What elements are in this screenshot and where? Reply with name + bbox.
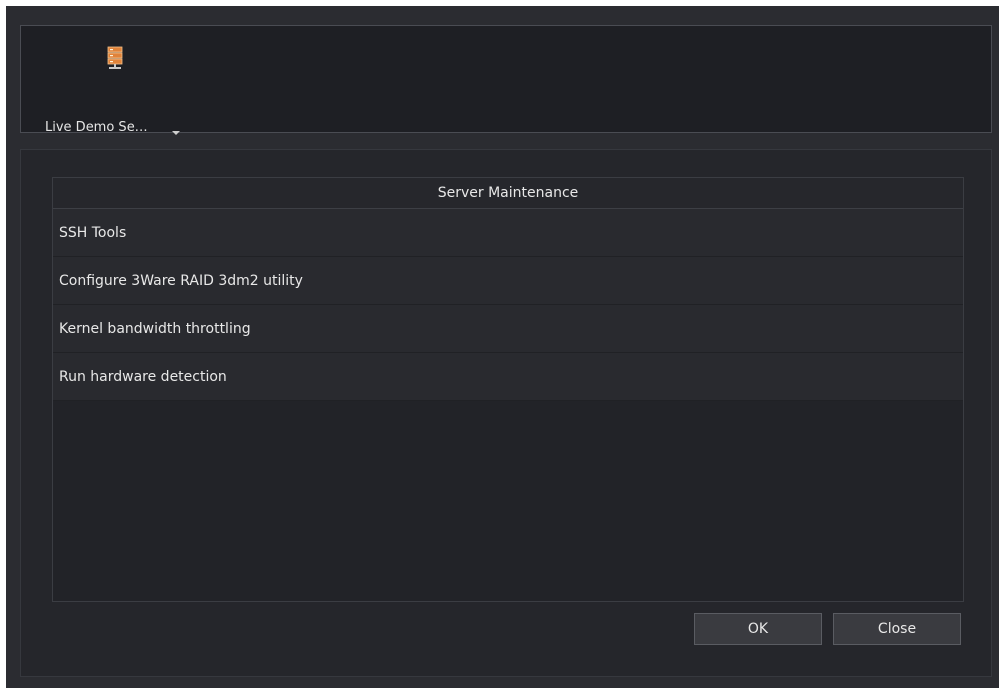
close-button[interactable]: Close bbox=[833, 613, 961, 645]
server-selector-button[interactable]: Live Demo Se… bbox=[41, 46, 181, 135]
list-item-hardware-detection[interactable]: Run hardware detection bbox=[53, 353, 963, 401]
list-item-kernel-throttling[interactable]: Kernel bandwidth throttling bbox=[53, 305, 963, 353]
dialog-window: Live Demo Se… Server Maintenance SSH Too… bbox=[6, 6, 999, 688]
server-icon bbox=[107, 46, 123, 70]
list-item-configure-raid[interactable]: Configure 3Ware RAID 3dm2 utility bbox=[53, 257, 963, 305]
server-label: Live Demo Se… bbox=[45, 120, 148, 135]
chevron-down-icon bbox=[172, 131, 180, 135]
ok-button[interactable]: OK bbox=[694, 613, 822, 645]
list-header: Server Maintenance bbox=[53, 178, 963, 209]
server-toolbar: Live Demo Se… bbox=[20, 25, 992, 135]
maintenance-list: Server Maintenance SSH Tools Configure 3… bbox=[52, 177, 964, 602]
list-item-ssh-tools[interactable]: SSH Tools bbox=[53, 209, 963, 257]
